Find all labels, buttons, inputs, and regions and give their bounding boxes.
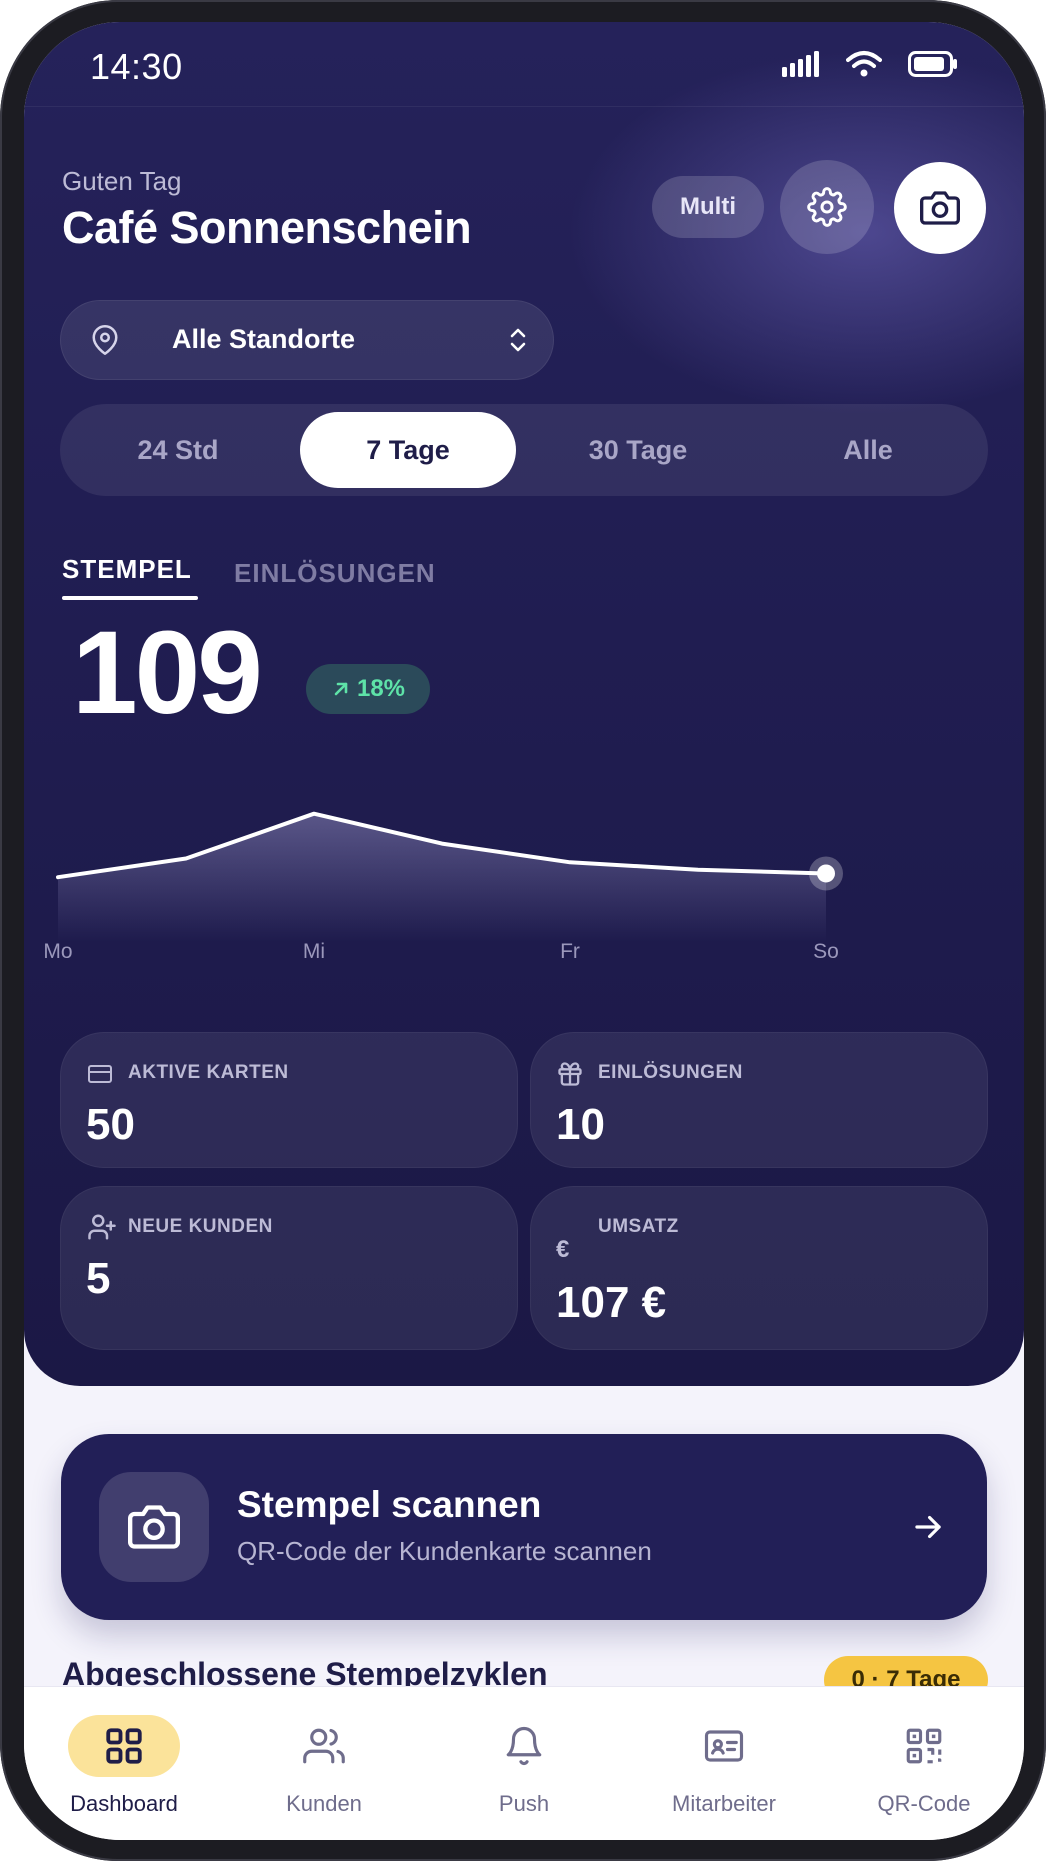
stat-value: 107 € — [556, 1278, 667, 1327]
scan-card-title: Stempel scannen — [237, 1484, 542, 1525]
app-screen: 14:30 Guten Tag Café Sonnenschein Multi … — [24, 22, 1024, 1840]
stat-card-redemptions[interactable]: EINLÖSUNGEN 10 — [530, 1032, 988, 1168]
stamps-total-value: 109 — [72, 607, 263, 739]
bell-icon — [506, 1727, 542, 1765]
signal-icon — [782, 51, 819, 77]
nav-label: QR-Code — [877, 1791, 971, 1816]
camera-button[interactable] — [894, 162, 986, 254]
gear-icon — [807, 187, 847, 227]
bottom-navigation: Dashboard Kunden Push Mitarbeiter QR-Cod… — [24, 1686, 1024, 1840]
qr-code-icon — [906, 1728, 942, 1764]
chevron-up-down-icon — [510, 328, 526, 352]
nav-item-kunden[interactable]: Kunden — [224, 1687, 424, 1840]
nav-item-qr-code[interactable]: QR-Code — [824, 1687, 1024, 1840]
dashboard-header-panel: 14:30 Guten Tag Café Sonnenschein Multi … — [24, 22, 1024, 1386]
business-name: Café Sonnenschein — [62, 202, 472, 253]
active-tab-indicator — [62, 596, 198, 600]
status-icons — [782, 50, 958, 78]
location-select-value: Alle Standorte — [172, 324, 356, 354]
stat-card-active-cards[interactable]: AKTIVE KARTEN 50 — [60, 1032, 518, 1168]
chart-x-axis-labels: Mo Mi Fr So — [24, 940, 1024, 970]
nav-item-dashboard[interactable]: Dashboard — [24, 1687, 224, 1840]
stat-value: 50 — [86, 1100, 135, 1149]
nav-icon-container — [868, 1715, 980, 1777]
period-tab-all[interactable]: Alle — [760, 412, 976, 488]
grid-icon — [106, 1728, 142, 1764]
nav-label: Kunden — [286, 1791, 362, 1816]
stat-value: 5 — [86, 1254, 111, 1303]
period-selector: 24 Std 7 Tage 30 Tage Alle — [60, 404, 988, 496]
nav-item-push[interactable]: Push — [424, 1687, 624, 1840]
credit-card-icon — [88, 1065, 112, 1083]
nav-label: Mitarbeiter — [672, 1791, 776, 1816]
scan-icon-container — [99, 1472, 209, 1582]
trend-value: 18% — [356, 675, 406, 702]
chart-x-tick-label: Mi — [302, 940, 326, 963]
greeting-text: Guten Tag — [62, 166, 182, 196]
stat-label: AKTIVE KARTEN — [128, 1062, 289, 1083]
gift-icon — [558, 1062, 582, 1086]
period-tab-7-days[interactable]: 7 Tage — [300, 412, 516, 488]
stat-card-new-customers[interactable]: NEUE KUNDEN 5 — [60, 1186, 518, 1350]
camera-icon — [920, 191, 960, 225]
location-select[interactable]: Alle Standorte — [60, 300, 554, 380]
nav-label: Dashboard — [70, 1791, 178, 1816]
user-plus-icon — [88, 1214, 116, 1240]
period-tab-30-days[interactable]: 30 Tage — [530, 412, 746, 488]
wifi-icon — [846, 51, 882, 77]
stat-card-revenue[interactable]: € UMSATZ 107 € — [530, 1186, 988, 1350]
nav-label: Push — [498, 1791, 550, 1816]
trend-badge: 18% — [306, 664, 430, 714]
stat-label: EINLÖSUNGEN — [598, 1062, 743, 1083]
arrow-right-icon — [915, 1515, 941, 1539]
nav-icon-container — [268, 1715, 380, 1777]
euro-icon: € — [556, 1236, 570, 1263]
stat-label: NEUE KUNDEN — [128, 1216, 273, 1237]
scan-card-subtitle: QR-Code der Kundenkarte scannen — [237, 1536, 652, 1566]
nav-icon-container — [668, 1715, 780, 1777]
chart-area-fill — [58, 813, 826, 942]
scan-stamp-card[interactable]: Stempel scannen QR-Code der Kundenkarte … — [61, 1434, 987, 1620]
chart-x-tick-label: Mo — [43, 940, 73, 963]
arrow-up-right-icon — [334, 682, 348, 696]
period-tab-24h[interactable]: 24 Std — [70, 412, 286, 488]
status-time: 14:30 — [90, 46, 183, 87]
location-pin-icon — [92, 325, 118, 355]
id-card-icon — [704, 1730, 744, 1762]
users-icon — [303, 1728, 345, 1764]
settings-button[interactable] — [780, 160, 874, 254]
nav-icon-container — [68, 1715, 180, 1777]
nav-item-mitarbeiter[interactable]: Mitarbeiter — [624, 1687, 824, 1840]
nav-icon-container — [468, 1715, 580, 1777]
stamps-area-chart — [56, 811, 843, 942]
chart-point-So — [817, 864, 835, 883]
chart-x-tick-label: So — [813, 940, 839, 963]
battery-icon — [908, 51, 957, 77]
metric-tab-einloesungen[interactable]: EINLÖSUNGEN — [234, 558, 436, 589]
multi-location-button[interactable]: Multi — [652, 176, 764, 238]
stat-value: 10 — [556, 1100, 605, 1149]
camera-icon — [128, 1505, 180, 1549]
status-bar: 14:30 — [24, 22, 1024, 107]
chart-x-tick-label: Fr — [560, 940, 580, 963]
stat-label: UMSATZ — [598, 1216, 679, 1237]
metric-tab-stempel[interactable]: STEMPEL — [62, 554, 192, 585]
